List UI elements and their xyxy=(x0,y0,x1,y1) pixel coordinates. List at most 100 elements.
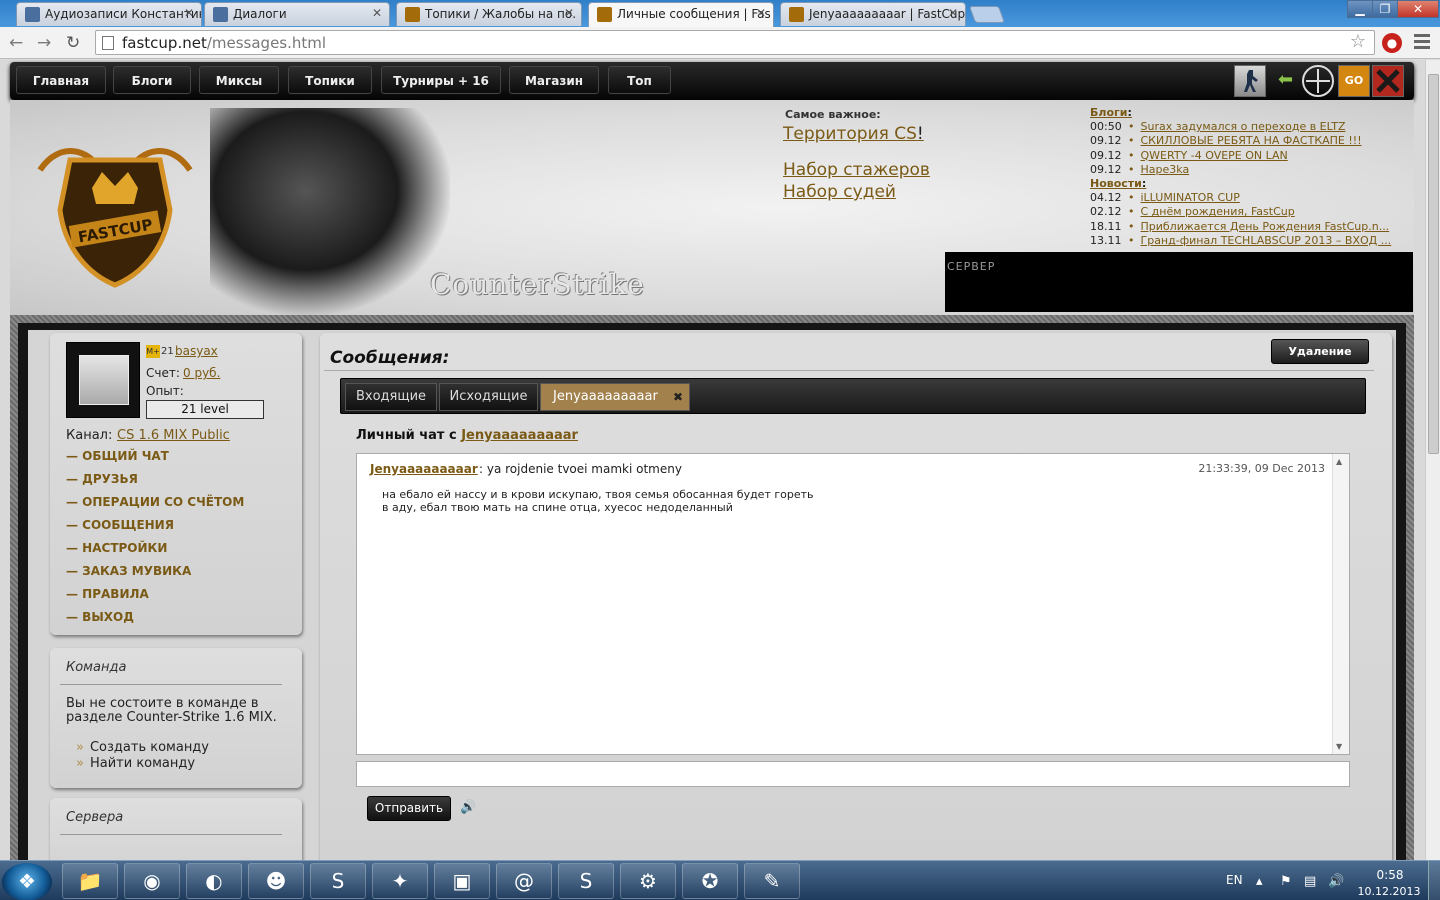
clock-date[interactable]: 10.12.2013 xyxy=(1356,885,1422,898)
close-window-button[interactable]: ✕ xyxy=(1397,0,1439,18)
csgo-icon[interactable]: GO xyxy=(1338,65,1370,97)
qip-icon[interactable]: ☻ xyxy=(248,863,304,899)
adblock-extension-icon[interactable]: ● xyxy=(1382,33,1402,53)
counter-strike-icon[interactable] xyxy=(1234,65,1266,97)
mail-agent-icon[interactable]: @ xyxy=(496,863,552,899)
keyboard-language[interactable]: EN xyxy=(1226,873,1243,887)
browser-tab[interactable]: Jenyaaaaaaaaar | FastCup ✕ xyxy=(780,2,966,26)
dota-icon[interactable] xyxy=(1372,65,1404,97)
browser-tab-active[interactable]: Личные сообщения | Fas ✕ xyxy=(588,2,774,27)
page-scroll-thumb[interactable] xyxy=(1428,74,1439,454)
news-heading[interactable]: Новости: xyxy=(1090,177,1410,191)
news-row[interactable]: 18.11 • Приближается День Рождения FastCup… xyxy=(1090,220,1410,234)
network-icon[interactable]: ▤ xyxy=(1304,874,1316,889)
scroll-down-icon[interactable]: ▼ xyxy=(1336,742,1342,751)
nav-topics[interactable]: Топики xyxy=(288,66,372,94)
find-team-link[interactable]: » Найти команду xyxy=(76,756,195,771)
clock-time[interactable]: 0:58 xyxy=(1366,868,1414,882)
tab-close-icon[interactable]: ✕ xyxy=(184,6,194,20)
send-button[interactable]: Отправить xyxy=(367,796,451,821)
important-link[interactable]: Набор стажеров xyxy=(783,160,930,180)
skype-icon[interactable]: S xyxy=(558,863,614,899)
browser-tab[interactable]: Диалоги ✕ xyxy=(204,2,390,26)
show-desktop-button[interactable] xyxy=(1428,861,1440,900)
nav-tournaments[interactable]: Турниры + 16 xyxy=(381,66,501,94)
create-team-link[interactable]: » Создать команду xyxy=(76,740,209,755)
reload-icon[interactable]: ↻ xyxy=(66,33,80,53)
menu-messages[interactable]: — СООБЩЕНИЯ xyxy=(66,518,244,541)
address-bar[interactable]: fastcup.net/messages.html ☆ xyxy=(95,30,1375,55)
volume-icon[interactable]: 🔊 xyxy=(1328,874,1344,889)
restore-button[interactable]: ❐ xyxy=(1372,0,1398,18)
page-scrollbar[interactable] xyxy=(1425,60,1440,860)
blogs-heading[interactable]: Блоги: xyxy=(1090,106,1410,120)
fastcup-favicon-icon xyxy=(405,7,420,22)
chat-user-link[interactable]: Jenyaaaaaaaaar xyxy=(461,428,578,443)
delete-button[interactable]: Удаление xyxy=(1271,339,1369,364)
forward-arrow-icon[interactable]: → xyxy=(37,33,51,53)
menu-friends[interactable]: — ДРУЗЬЯ xyxy=(66,472,244,495)
folder-icon[interactable]: 📁 xyxy=(62,863,118,899)
bookmark-star-icon[interactable]: ☆ xyxy=(1350,31,1366,52)
news-row[interactable]: 04.12 • iLLUMINATOR CUP xyxy=(1090,191,1410,205)
reply-input[interactable] xyxy=(356,761,1350,787)
skype-icon[interactable]: S xyxy=(310,863,366,899)
back-arrow-icon[interactable]: ← xyxy=(9,33,23,53)
tab-close-icon[interactable]: ✕ xyxy=(372,6,382,20)
tab-conversation[interactable]: Jenyaaaaaaaaar ✖ xyxy=(540,383,690,411)
steam-icon[interactable]: ⚙ xyxy=(620,863,676,899)
channel-link[interactable]: CS 1.6 MIX Public xyxy=(117,428,230,443)
server-monitor[interactable]: СЕРВЕР xyxy=(945,252,1413,312)
crosshair-icon[interactable] xyxy=(1302,65,1334,97)
browser-tab[interactable]: Аудиозаписи Константин ✕ xyxy=(16,2,202,26)
start-button[interactable]: ❖ xyxy=(2,863,52,900)
chat-scrollbar[interactable]: ▲ ▼ xyxy=(1332,454,1349,754)
nav-shop[interactable]: Магазин xyxy=(509,66,599,94)
message-author-link[interactable]: Jenyaaaaaaaaar xyxy=(370,462,478,476)
menu-rules[interactable]: — ПРАВИЛА xyxy=(66,587,244,610)
window-icon[interactable]: ▣ xyxy=(434,863,490,899)
blog-row[interactable]: 09.12 • QWERTY -4 OVEPE ON LAN xyxy=(1090,149,1410,163)
nav-mixes[interactable]: Миксы xyxy=(199,66,279,94)
menu-account-operations[interactable]: — ОПЕРАЦИИ СО СЧЁТОМ xyxy=(66,495,244,518)
username-link[interactable]: basyax xyxy=(175,344,218,358)
chrome-icon[interactable]: ◉ xyxy=(124,863,180,899)
avatar[interactable] xyxy=(66,342,140,418)
chat-history[interactable]: Jenyaaaaaaaaar : ya rojdenie tvoei mamki… xyxy=(356,453,1350,755)
new-tab-button[interactable] xyxy=(968,6,1006,23)
important-link[interactable]: Территория CS! xyxy=(783,124,924,144)
browser-menu-icon[interactable] xyxy=(1414,34,1430,50)
sound-icon[interactable]: 🔊 xyxy=(460,800,476,815)
tab-close-icon[interactable]: ✕ xyxy=(564,6,574,20)
counter-strike-icon[interactable]: ✪ xyxy=(682,863,738,899)
scroll-up-icon[interactable]: ▲ xyxy=(1336,457,1342,466)
blog-row[interactable]: 09.12 • СКИЛЛОВЫЕ РЕБЯТА НА ФАСТКАПЕ !!! xyxy=(1090,134,1410,148)
battlenet-icon[interactable]: ✦ xyxy=(372,863,428,899)
arrow-icon[interactable]: ⬅ xyxy=(1278,69,1293,90)
flag-icon[interactable]: ⚑ xyxy=(1280,874,1292,889)
tray-expand-icon[interactable]: ▴ xyxy=(1256,874,1263,889)
close-tab-icon[interactable]: ✖ xyxy=(673,384,683,410)
fastcup-logo[interactable]: FASTCUP xyxy=(30,130,200,290)
nav-top[interactable]: Топ xyxy=(608,66,671,94)
menu-logout[interactable]: — ВЫХОД xyxy=(66,610,244,633)
menu-general-chat[interactable]: — ОБЩИЙ ЧАТ xyxy=(66,449,244,472)
tab-outbox[interactable]: Исходящие xyxy=(439,383,538,411)
browser-tab[interactable]: Топики / Жалобы на по. ✕ xyxy=(396,2,582,26)
blog-row[interactable]: 00:50 • Surax задумался о переходе в ELTZ xyxy=(1090,120,1410,134)
minimize-button[interactable]: ▁ xyxy=(1347,0,1373,18)
tab-inbox[interactable]: Входящие xyxy=(345,383,437,411)
tab-close-icon[interactable]: ✕ xyxy=(948,6,958,20)
paint-icon[interactable]: ✎ xyxy=(744,863,800,899)
news-row[interactable]: 13.11 • Гранд-финал TECHLABSCUP 2013 – ВХО… xyxy=(1090,234,1410,248)
nav-blogs[interactable]: Блоги xyxy=(113,66,191,94)
important-link[interactable]: Набор судей xyxy=(783,182,896,202)
teamspeak-icon[interactable]: ◐ xyxy=(186,863,242,899)
news-row[interactable]: 02.12 • С днём рождения, FastCup xyxy=(1090,205,1410,219)
menu-settings[interactable]: — НАСТРОЙКИ xyxy=(66,541,244,564)
menu-order-movie[interactable]: — ЗАКАЗ МУВИКА xyxy=(66,564,244,587)
tab-close-icon[interactable]: ✕ xyxy=(756,6,766,20)
nav-home[interactable]: Главная xyxy=(16,66,106,94)
account-value-link[interactable]: 0 руб. xyxy=(183,366,220,380)
blog-row[interactable]: 09.12 • Hape3ka xyxy=(1090,163,1410,177)
